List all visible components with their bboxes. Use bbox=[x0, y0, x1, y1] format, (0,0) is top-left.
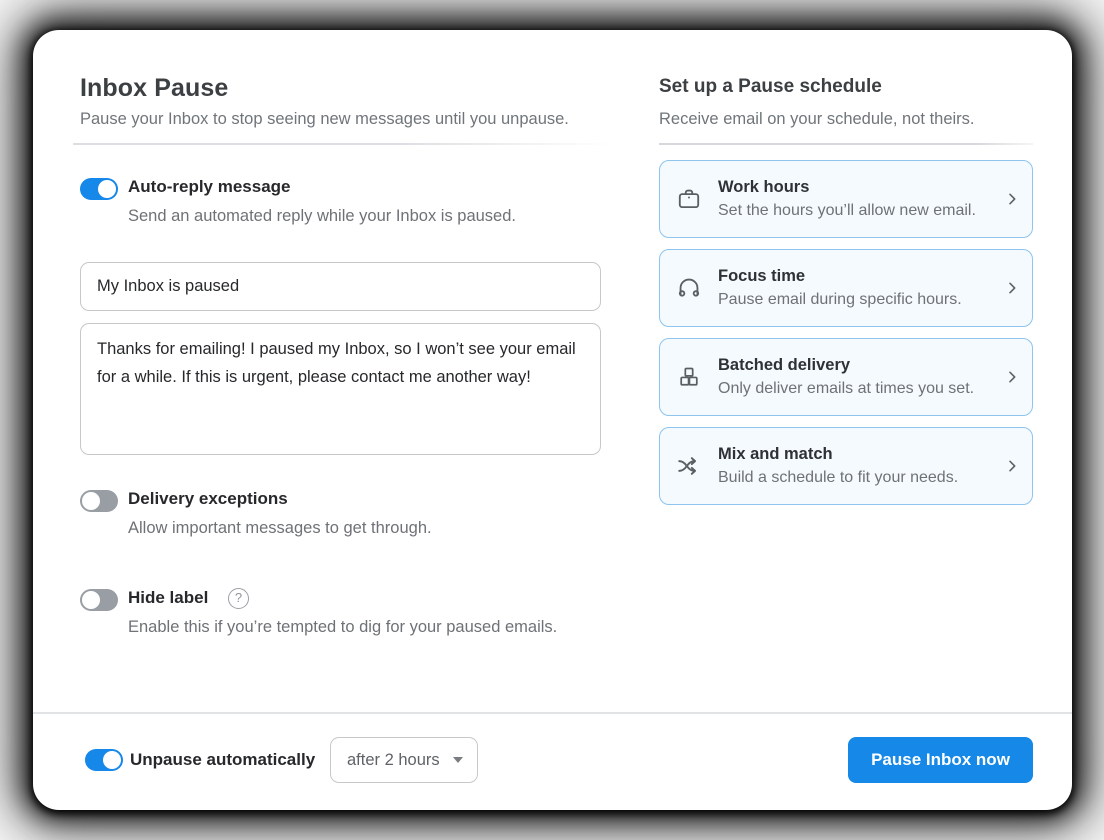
schedule-option-text: Work hours Set the hours you’ll allow ne… bbox=[718, 178, 1004, 220]
hide-label-label: Hide label bbox=[128, 588, 208, 608]
toggle-knob bbox=[82, 591, 100, 609]
auto-reply-label: Auto-reply message bbox=[128, 177, 291, 197]
chevron-right-icon bbox=[1004, 280, 1020, 296]
schedule-option-text: Focus time Pause email during specific h… bbox=[718, 267, 1004, 309]
inbox-pause-dialog: Inbox Pause Pause your Inbox to stop see… bbox=[33, 30, 1072, 810]
shuffle-icon bbox=[676, 453, 702, 479]
dropdown-selected-value: after 2 hours bbox=[347, 751, 440, 770]
headphones-icon bbox=[676, 275, 702, 301]
auto-reply-subject-input[interactable] bbox=[80, 262, 601, 311]
schedule-option-description: Pause email during specific hours. bbox=[718, 291, 1004, 309]
chevron-right-icon bbox=[1004, 191, 1020, 207]
schedule-option-text: Mix and match Build a schedule to fit yo… bbox=[718, 445, 1004, 487]
toggle-knob bbox=[82, 492, 100, 510]
schedule-option-description: Build a schedule to fit your needs. bbox=[718, 469, 1004, 487]
auto-reply-message-textarea[interactable]: Thanks for emailing! I paused my Inbox, … bbox=[80, 323, 601, 455]
page-subtitle: Pause your Inbox to stop seeing new mess… bbox=[80, 110, 569, 129]
delivery-exceptions-toggle[interactable] bbox=[80, 490, 118, 512]
page-background: Inbox Pause Pause your Inbox to stop see… bbox=[0, 0, 1104, 840]
footer-divider bbox=[33, 712, 1072, 714]
chevron-right-icon bbox=[1004, 369, 1020, 385]
delivery-exceptions-description: Allow important messages to get through. bbox=[128, 519, 432, 538]
right-divider bbox=[659, 143, 1033, 145]
schedule-option-batched-delivery[interactable]: Batched delivery Only deliver emails at … bbox=[659, 338, 1033, 416]
auto-reply-toggle[interactable] bbox=[80, 178, 118, 200]
unpause-automatically-label: Unpause automatically bbox=[130, 750, 315, 770]
schedule-option-focus-time[interactable]: Focus time Pause email during specific h… bbox=[659, 249, 1033, 327]
schedule-subtitle: Receive email on your schedule, not thei… bbox=[659, 110, 975, 129]
schedule-option-work-hours[interactable]: Work hours Set the hours you’ll allow ne… bbox=[659, 160, 1033, 238]
caret-down-icon bbox=[453, 757, 463, 763]
unpause-automatically-toggle[interactable] bbox=[85, 749, 123, 771]
briefcase-icon bbox=[676, 186, 702, 212]
auto-reply-description: Send an automated reply while your Inbox… bbox=[128, 207, 516, 226]
page-title: Inbox Pause bbox=[80, 74, 228, 103]
question-mark-icon[interactable]: ? bbox=[228, 588, 249, 609]
schedule-option-description: Set the hours you’ll allow new email. bbox=[718, 202, 1004, 220]
schedule-option-mix-and-match[interactable]: Mix and match Build a schedule to fit yo… bbox=[659, 427, 1033, 505]
pause-inbox-now-button[interactable]: Pause Inbox now bbox=[848, 737, 1033, 783]
batched-boxes-icon bbox=[676, 364, 702, 390]
schedule-option-title: Work hours bbox=[718, 178, 1004, 197]
unpause-duration-dropdown[interactable]: after 2 hours bbox=[330, 737, 478, 783]
hide-label-description: Enable this if you’re tempted to dig for… bbox=[128, 618, 557, 637]
toggle-knob bbox=[98, 180, 116, 198]
schedule-option-text: Batched delivery Only deliver emails at … bbox=[718, 356, 1004, 398]
schedule-option-title: Batched delivery bbox=[718, 356, 1004, 375]
delivery-exceptions-label: Delivery exceptions bbox=[128, 489, 288, 509]
hide-label-toggle[interactable] bbox=[80, 589, 118, 611]
toggle-knob bbox=[103, 751, 121, 769]
left-divider bbox=[73, 143, 613, 145]
schedule-option-description: Only deliver emails at times you set. bbox=[718, 380, 1004, 398]
schedule-option-title: Focus time bbox=[718, 267, 1004, 286]
schedule-title: Set up a Pause schedule bbox=[659, 76, 882, 98]
chevron-right-icon bbox=[1004, 458, 1020, 474]
schedule-option-title: Mix and match bbox=[718, 445, 1004, 464]
